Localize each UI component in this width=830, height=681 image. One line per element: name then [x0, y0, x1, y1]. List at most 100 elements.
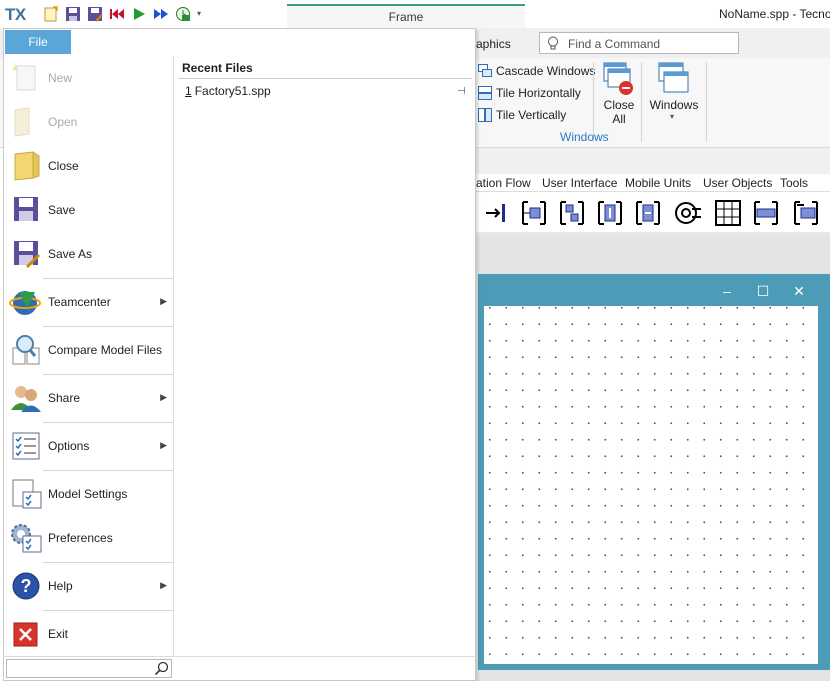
- save-as-icon[interactable]: [87, 6, 103, 22]
- new-file-icon[interactable]: [43, 6, 59, 22]
- sorter-icon[interactable]: [792, 199, 820, 227]
- menu-separator: [43, 470, 173, 471]
- open-folder-icon: [14, 107, 30, 137]
- cascade-icon: [478, 64, 492, 77]
- toolbar-strip: [476, 148, 830, 174]
- submenu-arrow-icon: ▶: [160, 580, 167, 590]
- backstage-bottom-divider: [3, 656, 476, 657]
- menu-item-new[interactable]: New: [5, 56, 173, 100]
- menu-item-exit[interactable]: Exit: [5, 612, 173, 656]
- clock-icon[interactable]: [175, 6, 191, 22]
- menu-label: Exit: [48, 627, 69, 641]
- close-all-icon: [603, 62, 633, 95]
- menu-label: Save As: [48, 247, 93, 261]
- menu-separator: [43, 374, 173, 375]
- tile-horizontally-button[interactable]: Tile Horizontally: [478, 86, 581, 100]
- menu-label: Save: [48, 203, 76, 217]
- menu-separator: [43, 278, 173, 279]
- store-icon[interactable]: [714, 199, 742, 227]
- ribbon-separator: [706, 62, 707, 142]
- tile-horizontal-icon: [478, 86, 492, 100]
- recent-file-name: Factory51.spp: [194, 84, 271, 98]
- magnifier-docs-icon: [12, 335, 40, 365]
- find-command-placeholder: Find a Command: [568, 37, 661, 51]
- menu-item-compare-model-files[interactable]: Compare Model Files: [5, 328, 173, 372]
- exit-icon: [13, 622, 38, 647]
- menu-item-share[interactable]: Share ▶: [5, 376, 173, 420]
- menu-label: New: [48, 71, 73, 85]
- tile-vertically-button[interactable]: Tile Vertically: [478, 108, 566, 122]
- menu-item-save-as[interactable]: Save As: [5, 232, 173, 276]
- maximize-icon[interactable]: ☐: [755, 283, 771, 300]
- library-tab-mobile-units[interactable]: Mobile Units: [625, 176, 691, 190]
- menu-label: Share: [48, 391, 81, 405]
- ribbon-separator: [641, 62, 642, 142]
- buffer-icon[interactable]: [752, 199, 780, 227]
- jump-start-icon[interactable]: [109, 6, 125, 22]
- recent-file-item[interactable]: 1 Factory51.spp: [185, 84, 271, 98]
- menu-item-model-settings[interactable]: Model Settings: [5, 472, 173, 516]
- menu-separator: [43, 610, 173, 611]
- file-menu-list: New Open Close Save Save As Teamcenter ▶…: [5, 56, 173, 656]
- find-command-input[interactable]: Find a Command: [539, 32, 739, 54]
- assembly-icon[interactable]: [596, 199, 624, 227]
- close-icon[interactable]: ✕: [791, 283, 807, 300]
- cascade-label: Cascade Windows: [496, 64, 596, 78]
- parallel-proc-icon[interactable]: [558, 199, 586, 227]
- svg-text:?: ?: [21, 576, 32, 596]
- lightbulb-icon: [548, 36, 558, 50]
- tile-horizontally-label: Tile Horizontally: [496, 86, 581, 100]
- frame-window-titlebar[interactable]: [478, 274, 830, 306]
- menu-divider: [173, 56, 174, 656]
- document-title: NoName.spp - Tecnom: [719, 7, 830, 21]
- menu-item-options[interactable]: Options ▶: [5, 424, 173, 468]
- chevron-down-icon: ▾: [670, 112, 675, 121]
- pin-icon[interactable]: ⊣: [457, 86, 466, 97]
- customize-dropdown-icon[interactable]: ▾: [197, 9, 201, 18]
- drain-icon[interactable]: [480, 199, 508, 227]
- app-logo: TX: [5, 5, 26, 24]
- menu-item-help[interactable]: ? Help ▶: [5, 564, 173, 608]
- users-icon: [11, 386, 41, 412]
- menu-item-save[interactable]: Save: [5, 188, 173, 232]
- cascade-windows-button[interactable]: Cascade Windows: [478, 64, 595, 78]
- frame-canvas[interactable]: [484, 306, 818, 664]
- menu-separator: [43, 326, 173, 327]
- library-tab-user-interface[interactable]: User Interface: [542, 176, 617, 190]
- menu-item-preferences[interactable]: Preferences: [5, 516, 173, 560]
- checklist-icon: [12, 432, 40, 460]
- dismantle-icon[interactable]: [634, 199, 662, 227]
- menu-separator: [43, 562, 173, 563]
- gear-check-icon: [11, 524, 42, 553]
- frame-tab[interactable]: Frame: [287, 4, 525, 28]
- menu-item-open[interactable]: Open: [5, 100, 173, 144]
- close-all-button[interactable]: Close All: [600, 62, 638, 126]
- close-all-label-2: All: [612, 112, 626, 126]
- windows-dropdown-button[interactable]: Windows ▾: [646, 62, 702, 126]
- play-icon[interactable]: [131, 6, 147, 22]
- menu-label: Options: [48, 439, 90, 453]
- teamcenter-icon: [9, 291, 41, 315]
- cycle-icon[interactable]: [674, 199, 702, 227]
- menu-separator: [43, 422, 173, 423]
- menu-label: Teamcenter: [48, 295, 111, 309]
- library-tab-tools[interactable]: Tools: [780, 176, 808, 190]
- minimize-icon[interactable]: ‒: [719, 283, 735, 299]
- library-tab-material-flow[interactable]: ation Flow: [476, 176, 531, 190]
- tile-vertically-label: Tile Vertically: [496, 108, 567, 122]
- recent-file-index: 1: [185, 84, 192, 98]
- menu-item-close[interactable]: Close: [5, 144, 173, 188]
- windows-label: Windows: [649, 98, 699, 112]
- file-tab[interactable]: File: [5, 30, 71, 54]
- search-icon: [154, 661, 169, 676]
- submenu-arrow-icon: ▶: [160, 392, 167, 402]
- menu-item-teamcenter[interactable]: Teamcenter ▶: [5, 280, 173, 324]
- fast-forward-icon[interactable]: [153, 6, 169, 22]
- library-tab-user-objects[interactable]: User Objects: [703, 176, 772, 190]
- menu-label: Compare Model Files: [48, 343, 163, 357]
- save-icon[interactable]: [65, 6, 81, 22]
- search-input[interactable]: [6, 659, 172, 678]
- ribbon-tab-graphics[interactable]: aphics: [476, 37, 511, 51]
- single-proc-icon[interactable]: [520, 199, 548, 227]
- new-star-icon: [12, 64, 36, 91]
